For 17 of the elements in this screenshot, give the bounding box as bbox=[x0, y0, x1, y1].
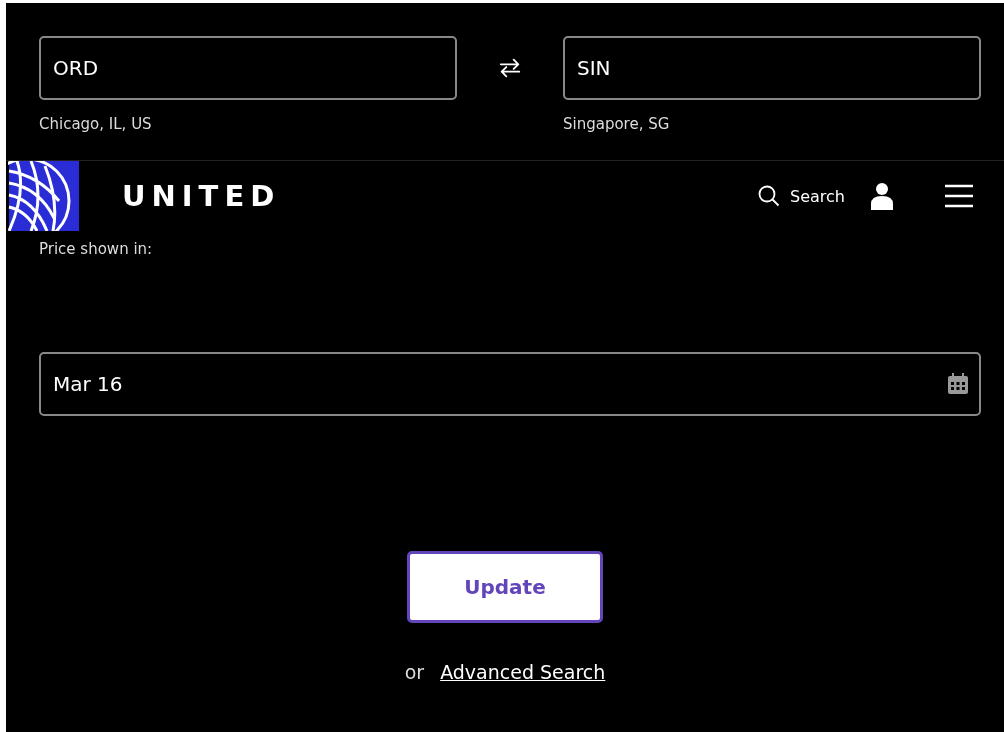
destination-field[interactable]: SIN bbox=[563, 36, 981, 100]
globe-logo-icon bbox=[8, 161, 80, 231]
advanced-search-link[interactable]: Advanced Search bbox=[440, 661, 606, 683]
search-button[interactable]: Search bbox=[758, 185, 845, 207]
origin-city: Chicago, IL, US bbox=[39, 115, 153, 133]
search-icon[interactable] bbox=[758, 185, 781, 207]
update-button[interactable]: Update bbox=[407, 551, 603, 623]
user-icon[interactable] bbox=[871, 182, 893, 210]
or-text: or bbox=[404, 661, 425, 683]
menu-icon[interactable] bbox=[944, 184, 974, 208]
swap-icon[interactable] bbox=[498, 56, 522, 80]
destination-city: Singapore, SG bbox=[563, 115, 671, 133]
date-field[interactable]: Mar 16 bbox=[39, 352, 981, 416]
calendar-icon[interactable] bbox=[947, 373, 969, 395]
brand-wordmark[interactable]: UNITED bbox=[122, 179, 281, 213]
price-label: Price shown in: bbox=[39, 240, 154, 258]
origin-field[interactable]: ORD bbox=[39, 36, 457, 100]
